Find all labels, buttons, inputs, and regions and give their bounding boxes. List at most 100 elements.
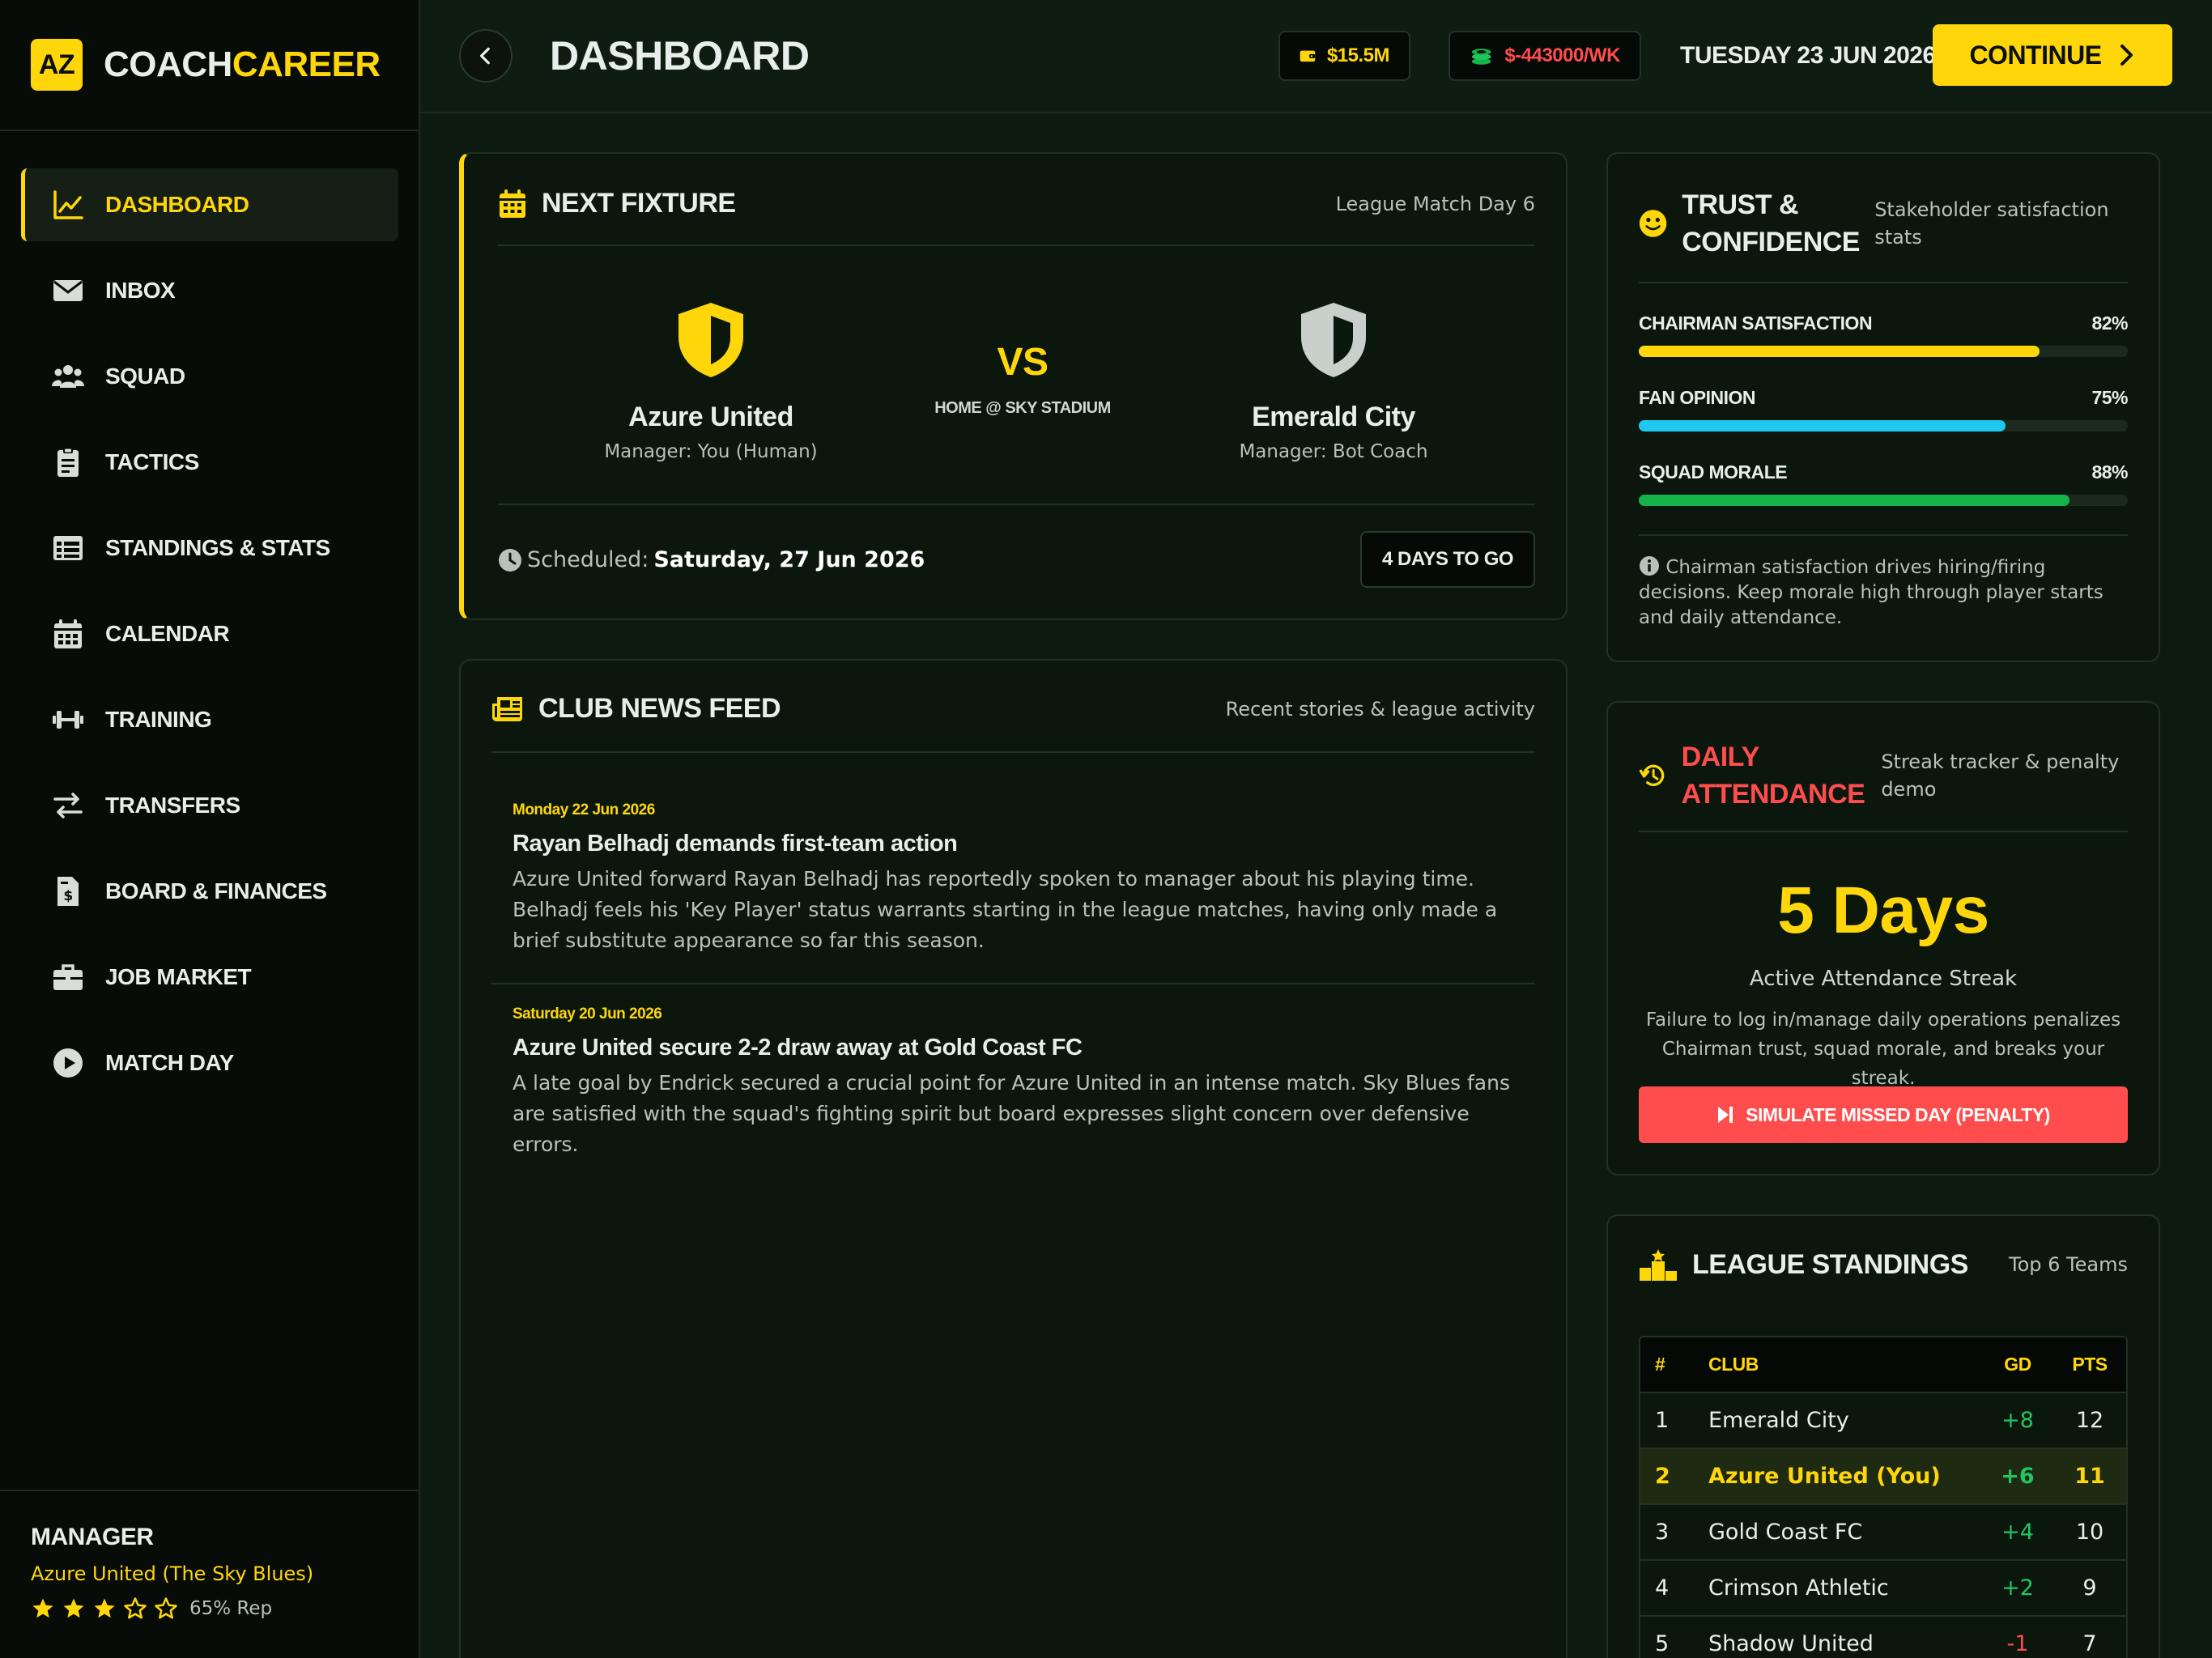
svg-text:$: $	[63, 888, 72, 904]
trust-confidence-card: TRUST & CONFIDENCE Stakeholder satisfacti…	[1606, 152, 2160, 662]
continue-button[interactable]: CONTINUE	[1933, 24, 2172, 86]
news-item[interactable]: Saturday 20 Jun 2026 Azure United secure…	[491, 1005, 1535, 1160]
table-row[interactable]: 5 Shadow United -1 7	[1640, 1617, 2126, 1658]
sidebar-item-squad[interactable]: SQUAD	[21, 340, 398, 413]
cell-position: 4	[1655, 1575, 1670, 1601]
standings-table: # CLUB GD PTS 1 Emerald City +8 12 2 Azure Un…	[1639, 1336, 2128, 1658]
users-icon	[50, 359, 86, 394]
brand-name-b: CAREER	[232, 45, 381, 84]
sidebar-item-label: MATCH DAY	[105, 1050, 234, 1075]
money-stack-icon	[1471, 49, 1491, 65]
trust-title: TRUST & CONFIDENCE	[1682, 186, 1860, 261]
sidebar-item-label: SQUAD	[105, 363, 185, 389]
news-headline: Rayan Belhadj demands first-team action	[513, 831, 958, 857]
table-row[interactable]: 3 Gold Coast FC +4 10	[1640, 1505, 2126, 1561]
progress-track	[1639, 495, 2128, 506]
news-body: Azure United forward Rayan Belhadj has r…	[513, 867, 1498, 952]
divider	[1639, 534, 2128, 536]
sidebar-item-transfers[interactable]: TRANSFERS	[21, 769, 398, 842]
home-team[interactable]: Azure United Manager: You (Human)	[565, 300, 857, 462]
next-fixture-card: NEXT FIXTURE League Match Day 6 Azure Un…	[459, 152, 1568, 620]
sidebar-item-tactics[interactable]: TACTICS	[21, 426, 398, 499]
table-row[interactable]: 1 Emerald City +8 12	[1640, 1393, 2126, 1449]
daily-attendance-card: DAILY ATTENDANCE Streak tracker & penalty…	[1606, 701, 2160, 1175]
cell-position: 1	[1655, 1408, 1670, 1433]
table-icon	[50, 530, 86, 566]
clipboard-icon	[50, 444, 86, 480]
manager-profile: MANAGER Azure United (The Sky Blues) 65%…	[0, 1490, 419, 1658]
sidebar: AZ COACHCAREER DASHBOARD INBOX SQUAD TACTIC…	[0, 0, 420, 1658]
simulate-missed-day-button[interactable]: SIMULATE MISSED DAY (PENALTY)	[1639, 1086, 2128, 1143]
cell-position: 5	[1655, 1631, 1670, 1656]
cell-points: 10	[2075, 1520, 2104, 1545]
star-empty-icon	[124, 1597, 147, 1619]
sidebar-item-inbox[interactable]: INBOX	[21, 254, 398, 327]
sidebar-item-label: DASHBOARD	[105, 192, 249, 217]
manager-role: MANAGER	[31, 1524, 154, 1550]
sidebar-item-calendar[interactable]: CALENDAR	[21, 597, 398, 670]
progress-fill	[1639, 346, 2040, 357]
fixture-title: NEXT FIXTURE	[542, 188, 736, 219]
news-headline: Azure United secure 2-2 draw away at Gol…	[513, 1035, 1083, 1061]
divider	[491, 983, 1535, 984]
sidebar-item-label: STANDINGS & STATS	[105, 535, 330, 560]
wage-badge: $-443000/WK	[1448, 31, 1641, 81]
cell-points: 11	[2074, 1464, 2105, 1489]
meter-row: FAN OPINION 75%	[1639, 387, 2128, 409]
cell-goal-difference: +2	[2001, 1575, 2034, 1601]
news-subtitle: Recent stories & league activity	[1225, 697, 1535, 721]
sidebar-item-training[interactable]: TRAINING	[21, 683, 398, 756]
brand-name-a: COACH	[104, 45, 232, 84]
divider	[498, 504, 1535, 505]
standings-title: LEAGUE STANDINGS	[1692, 1248, 1968, 1280]
streak-label: Active Attendance Streak	[1749, 967, 2018, 991]
sidebar-item-job-market[interactable]: JOB MARKET	[21, 941, 398, 1014]
cell-club: Gold Coast FC	[1708, 1520, 1863, 1545]
shield-icon	[678, 303, 743, 377]
sidebar-item-match-day[interactable]: MATCH DAY	[21, 1027, 398, 1099]
cell-club: Crimson Athletic	[1708, 1575, 1889, 1601]
countdown-badge[interactable]: 4 DAYS TO GO	[1360, 531, 1535, 588]
shield-icon	[1301, 303, 1366, 377]
funds-value: $15.5M	[1326, 45, 1390, 66]
away-team[interactable]: Emerald City Manager: Bot Coach	[1188, 300, 1479, 462]
table-row[interactable]: 2 Azure United (You) +6 11	[1640, 1449, 2126, 1505]
meter-fan-opinion: FAN OPINION 75%	[1639, 387, 2128, 432]
venue-label: HOME @ SKY STADIUM	[934, 399, 1111, 417]
trust-title-line-1: TRUST &	[1682, 189, 1799, 220]
fixture-header: NEXT FIXTURE League Match Day 6	[498, 188, 1535, 219]
home-team-name: Azure United	[628, 402, 793, 432]
play-circle-icon	[50, 1045, 86, 1081]
streak-value: 5 Days	[1777, 874, 1989, 947]
table-row[interactable]: 4 Crimson Athletic +2 9	[1640, 1561, 2126, 1617]
home-team-manager: Manager: You (Human)	[604, 441, 818, 462]
sidebar-item-label: TRANSFERS	[105, 793, 240, 818]
back-button[interactable]	[459, 29, 513, 83]
meter-row: CHAIRMAN SATISFACTION 82%	[1639, 312, 2128, 334]
chevron-left-icon	[479, 47, 490, 65]
away-team-manager: Manager: Bot Coach	[1239, 441, 1428, 462]
sidebar-item-dashboard[interactable]: DASHBOARD	[21, 168, 398, 241]
newspaper-icon	[492, 696, 522, 721]
news-item[interactable]: Monday 22 Jun 2026 Rayan Belhadj demands…	[491, 801, 1535, 956]
funds-badge: $15.5M	[1278, 31, 1410, 81]
file-invoice-dollar-icon: $	[50, 874, 86, 909]
meter-label: SQUAD MORALE	[1639, 461, 1788, 483]
brand[interactable]: AZ COACHCAREER	[0, 0, 419, 131]
reputation: 65% Rep	[31, 1596, 419, 1621]
sidebar-item-board-finances[interactable]: $ BOARD & FINANCES	[21, 855, 398, 928]
sidebar-nav: DASHBOARD INBOX SQUAD TACTICS STANDINGS & ST…	[0, 131, 419, 1099]
manager-club: Azure United (The Sky Blues)	[31, 1562, 314, 1585]
sidebar-item-label: INBOX	[105, 278, 176, 303]
trust-header: TRUST & CONFIDENCE Stakeholder satisfacti…	[1639, 186, 2128, 261]
trust-title-line-2: CONFIDENCE	[1682, 227, 1860, 257]
versus-block: VS HOME @ SKY STADIUM	[901, 340, 1144, 418]
smile-icon	[1639, 210, 1667, 237]
sidebar-item-standings-stats[interactable]: STANDINGS & STATS	[21, 512, 398, 585]
cell-club: Emerald City	[1708, 1408, 1849, 1433]
current-date: TUESDAY 23 JUN 2026	[1680, 42, 1936, 69]
brand-name: COACHCAREER	[104, 45, 381, 85]
cell-points: 9	[2082, 1575, 2097, 1601]
standings-subtitle: Top 6 Teams	[2009, 1253, 2128, 1276]
meter-value: 88%	[2091, 461, 2128, 483]
